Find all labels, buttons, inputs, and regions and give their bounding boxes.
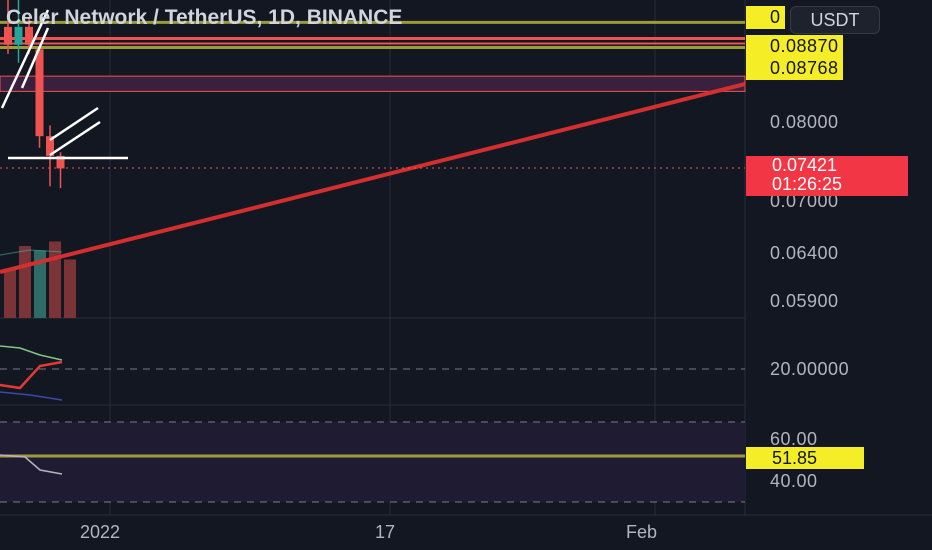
time-label: 17 — [375, 522, 396, 542]
adx-line — [0, 391, 63, 401]
candle-countdown: 01:26:25 — [772, 174, 843, 194]
rsi-lower-label: 40.00 — [770, 471, 818, 491]
drawn-channel-line-3[interactable] — [49, 106, 99, 142]
resistance-zone — [0, 75, 746, 92]
drawn-channel-line-4[interactable] — [49, 120, 101, 157]
rsi-band — [0, 422, 745, 502]
volume-bar — [64, 259, 76, 318]
current-price: 0.07421 — [772, 155, 838, 175]
adx-minus-di-line — [0, 360, 63, 390]
price-label-cut: 0 — [746, 6, 785, 29]
adx-level-label: 20.00000 — [770, 359, 850, 379]
price-label: 0.06400 — [770, 243, 839, 263]
volume-bar — [49, 241, 61, 318]
horizontal-levels — [0, 20, 746, 92]
time-label: 2022 — [80, 522, 121, 542]
time-label: Feb — [626, 522, 658, 542]
rsi-value-tag: 51.85 — [746, 447, 864, 469]
volume-bar — [4, 268, 16, 318]
current-price-tag: 0.07421 01:26:25 — [746, 156, 908, 196]
price-tag-level-2: 0.08768 — [746, 57, 843, 80]
price-tag-level-1: 0.08870 — [746, 35, 843, 58]
adx-plus-di-line — [0, 345, 63, 361]
currency-scale-button[interactable]: USDT — [790, 6, 880, 34]
volume-bar — [19, 246, 31, 318]
candle-body — [35, 49, 44, 137]
price-label: 0.08000 — [770, 112, 839, 132]
trendline[interactable] — [0, 82, 746, 274]
price-label: 0.05900 — [770, 291, 839, 311]
chart-title: Celer Network / TetherUS, 1D, BINANCE — [6, 6, 403, 29]
